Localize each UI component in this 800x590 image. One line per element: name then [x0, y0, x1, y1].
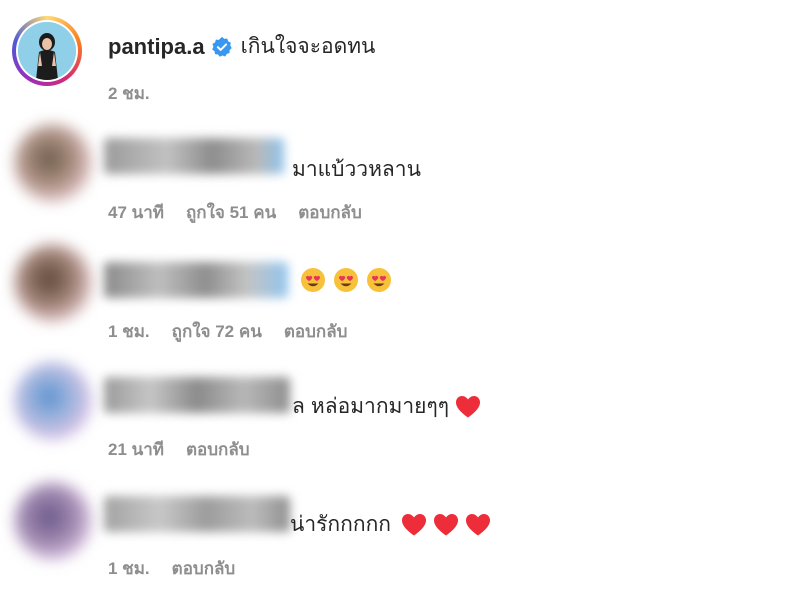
post-caption-line: pantipa.a เกินใจจะอดทน	[108, 30, 375, 63]
comment-text: น่ารักกกกก	[290, 508, 491, 541]
comment-text: ล หล่อมากมายๆๆ	[292, 390, 481, 423]
post-avatar-photo	[18, 22, 76, 80]
comment-body: น่ารักกกกก	[290, 513, 392, 536]
comment-time: 47 นาที	[108, 203, 165, 222]
comment-time: 1 ชม.	[108, 322, 150, 341]
comment-avatar[interactable]	[14, 482, 92, 560]
blurred-username[interactable]	[104, 377, 290, 413]
heart-eyes-emoji	[367, 268, 391, 292]
comment-meta: 47 นาที ถูกใจ 51 คน ตอบกลับ	[108, 199, 384, 226]
reply-button[interactable]: ตอบกลับ	[284, 318, 348, 345]
post-avatar[interactable]	[12, 16, 82, 86]
post-caption: เกินใจจะอดทน	[240, 35, 376, 58]
comment-avatar[interactable]	[14, 124, 92, 202]
comment-avatar[interactable]	[14, 244, 92, 322]
red-heart-icon	[456, 395, 481, 417]
heart-eyes-emoji	[334, 268, 358, 292]
blurred-username[interactable]	[104, 138, 284, 174]
person-silhouette-icon	[18, 22, 76, 80]
red-heart-icon	[402, 513, 427, 535]
likes-count[interactable]: ถูกใจ 72 คน	[172, 318, 262, 345]
reply-button[interactable]: ตอบกลับ	[172, 555, 236, 582]
reply-button[interactable]: ตอบกลับ	[186, 436, 250, 463]
comment-body: หล่อมากมายๆๆ	[310, 395, 450, 418]
post-username[interactable]: pantipa.a	[108, 34, 205, 60]
comment-text	[300, 267, 399, 293]
verified-badge-icon	[211, 36, 232, 57]
comment-time: 1 ชม.	[108, 559, 150, 578]
comment-meta: 1 ชม. ตอบกลับ	[108, 555, 257, 582]
heart-eyes-emoji	[301, 268, 325, 292]
likes-count[interactable]: ถูกใจ 51 คน	[186, 199, 276, 226]
post-time: 2 ชม.	[108, 84, 150, 103]
red-heart-icon	[434, 513, 459, 535]
comment-meta: 21 นาที ตอบกลับ	[108, 436, 272, 463]
red-heart-icon	[466, 513, 491, 535]
comment-body-lead: ล	[292, 395, 305, 418]
blurred-username[interactable]	[104, 496, 290, 532]
comment-time: 21 นาที	[108, 440, 165, 459]
post-meta: 2 ชม.	[108, 80, 172, 107]
reply-button[interactable]: ตอบกลับ	[298, 199, 362, 226]
post-avatar-border	[16, 20, 78, 82]
comment-body: มาแบ้ววหลาน	[292, 158, 421, 181]
comment-meta: 1 ชม. ถูกใจ 72 คน ตอบกลับ	[108, 318, 369, 345]
comment-avatar[interactable]	[14, 362, 92, 440]
blurred-username[interactable]	[104, 262, 288, 298]
comment-text: มาแบ้ววหลาน	[292, 153, 421, 186]
